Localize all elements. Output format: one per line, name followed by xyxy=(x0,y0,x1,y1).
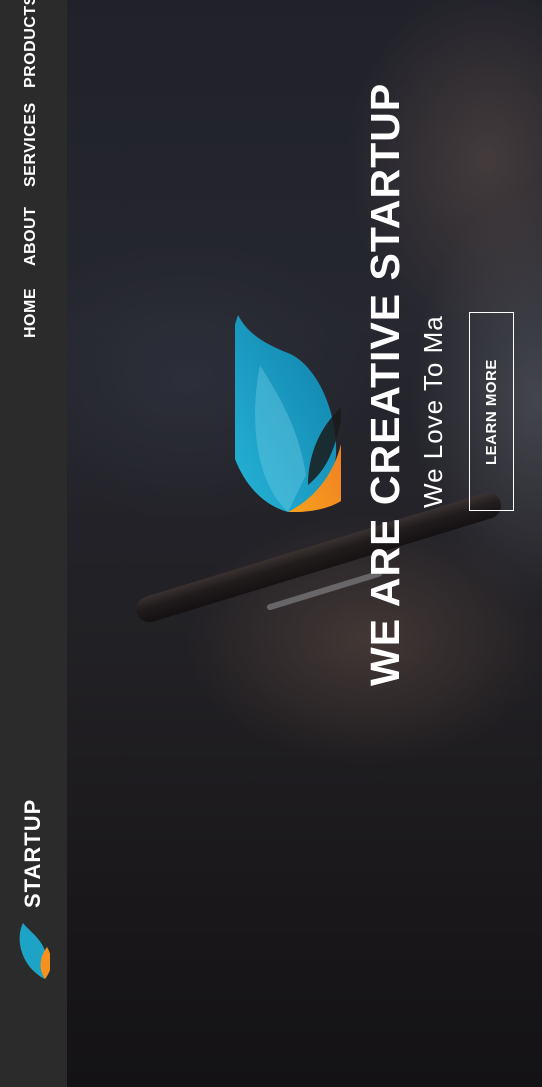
nav-item-home[interactable]: HOME xyxy=(22,288,40,338)
flame-logo-icon[interactable] xyxy=(14,920,50,982)
nav-item-products[interactable]: PRODUCTS xyxy=(22,0,40,88)
hero-section xyxy=(67,0,542,1087)
sidebar-nav: STARTUP HOME ABOUT SERVICES PRODUCTS xyxy=(0,0,67,1087)
learn-more-button[interactable]: LEARN MORE xyxy=(469,312,514,511)
nav-item-services[interactable]: SERVICES xyxy=(22,102,40,187)
learn-more-label: LEARN MORE xyxy=(483,359,500,465)
nav-item-about[interactable]: ABOUT xyxy=(22,207,40,266)
hero-subtitle: We Love To Ma xyxy=(418,315,448,508)
hero-flame-logo-icon xyxy=(235,315,341,512)
hero-title: WE ARE CREATIVE STARTUP xyxy=(362,82,408,686)
brand-name[interactable]: STARTUP xyxy=(20,799,46,908)
hero-overlay xyxy=(67,0,542,1087)
